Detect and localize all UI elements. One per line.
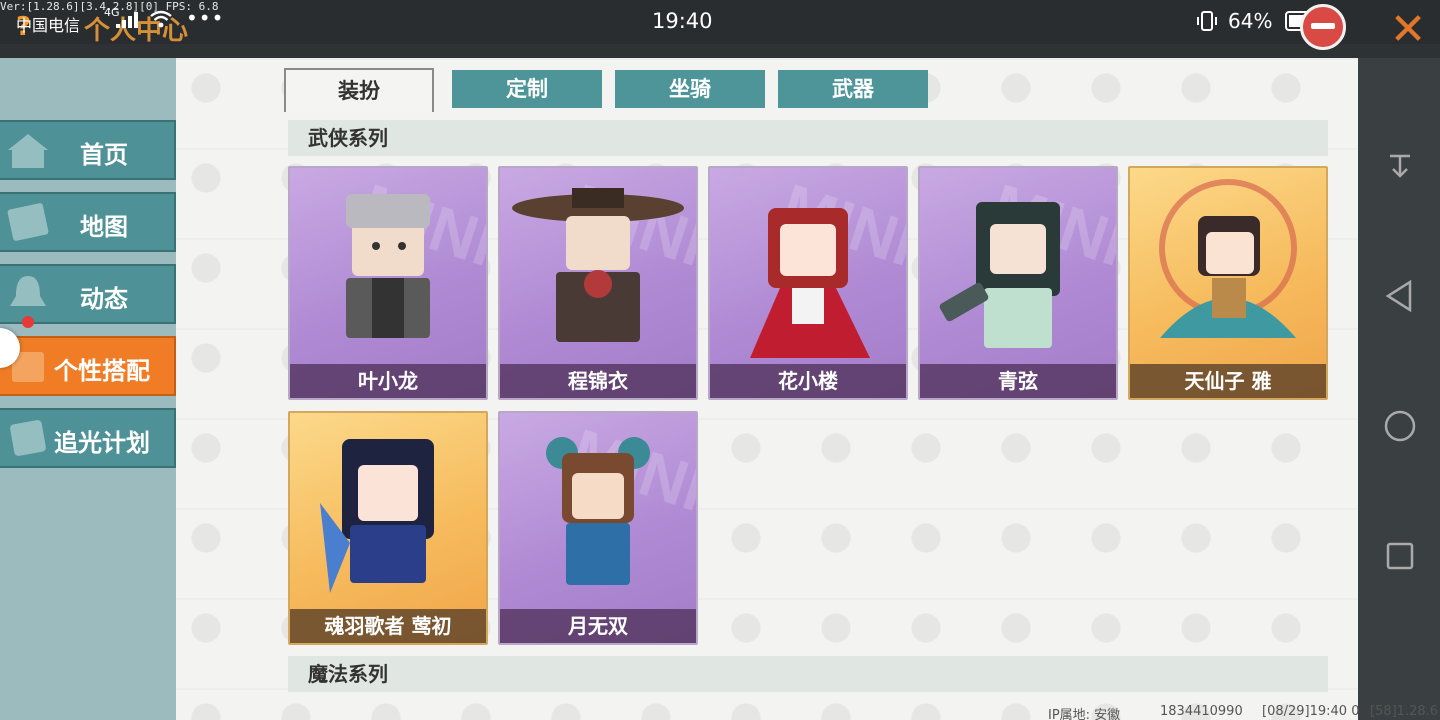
sidebar-item-home[interactable]: 首页 (0, 120, 176, 180)
skin-name: 花小楼 (710, 364, 906, 398)
back-icon[interactable] (1382, 278, 1418, 314)
character-figure (546, 437, 650, 585)
avatar[interactable] (1300, 4, 1346, 50)
wifi-icon (150, 10, 172, 28)
bell-icon (10, 276, 46, 306)
skin-name: 程锦衣 (500, 364, 696, 398)
clock: 19:40 (652, 9, 713, 33)
sidebar-item-label: 动态 (80, 285, 128, 313)
more-dots-icon: ••• (186, 6, 225, 30)
status-bar: Ver:[1.28.6][3.4.2.8][0] FPS: 6.8 个人中心 ?… (0, 0, 1440, 46)
skin-card[interactable]: MINI 月无双 (498, 411, 698, 645)
expand-icon[interactable] (1382, 148, 1418, 184)
character-figure (939, 202, 1060, 348)
recents-icon[interactable] (1382, 538, 1418, 574)
section-header-magic: 魔法系列 (288, 656, 1328, 692)
skin-card[interactable]: MINI 花小楼 (708, 166, 908, 400)
skin-card[interactable]: MINI 叶小龙 (288, 166, 488, 400)
character-figure (750, 208, 870, 358)
ip-location: IP属地: 安徽 (1048, 708, 1121, 720)
main-panel: 装扮 定制 坐骑 武器 武侠系列 MINI 叶小龙 MINI (176, 58, 1358, 720)
skin-name: 魂羽歌者 莺初 (290, 609, 486, 643)
sidebar-item-label: 个性搭配 (54, 357, 150, 385)
tab-weapon[interactable]: 武器 (778, 70, 928, 108)
carrier-text: 中国电信 (16, 16, 81, 35)
character-figure (1159, 179, 1297, 338)
skin-card[interactable]: 天仙子 雅 (1128, 166, 1328, 400)
sidebar: 首页 地图 动态 个性搭配 追光计划 (0, 58, 176, 720)
timestamp: [08/29]19:40 0 (1262, 704, 1360, 719)
skin-card[interactable]: MINI 程锦衣 (498, 166, 698, 400)
signal-icon (116, 12, 138, 28)
plan-icon (10, 420, 46, 456)
notification-dot (22, 316, 34, 328)
header-strip (0, 44, 1440, 58)
skin-card[interactable]: MINI 青弦 (918, 166, 1118, 400)
sidebar-item-label: 追光计划 (54, 429, 150, 457)
map-icon (7, 203, 49, 241)
sidebar-item-label: 首页 (80, 141, 128, 169)
sidebar-item-plan[interactable]: 追光计划 (0, 408, 176, 468)
sidebar-item-moments[interactable]: 动态 (0, 264, 176, 324)
user-id: 1834410990 (1160, 704, 1243, 719)
sidebar-item-label: 地图 (80, 213, 128, 241)
android-nav-bar (1358, 58, 1440, 720)
skin-name: 青弦 (920, 364, 1116, 398)
character-figure (512, 188, 684, 342)
tab-mount[interactable]: 坐骑 (615, 70, 765, 108)
section-header-wuxia: 武侠系列 (288, 120, 1328, 156)
tab-custom[interactable]: 定制 (452, 70, 602, 108)
battery-percent: 64% (1228, 9, 1273, 33)
character-figure (346, 194, 430, 338)
sidebar-item-map[interactable]: 地图 (0, 192, 176, 252)
home-circle-icon[interactable] (1382, 408, 1418, 444)
close-button[interactable]: ✕ (1382, 6, 1434, 54)
skin-name: 天仙子 雅 (1130, 364, 1326, 398)
build-number: [58]1.28.6 (1370, 704, 1439, 719)
character-figure (320, 439, 434, 593)
home-icon (8, 134, 48, 168)
skin-card[interactable]: 魂羽歌者 莺初 (288, 411, 488, 645)
skin-name: 叶小龙 (290, 364, 486, 398)
vibrate-icon (1197, 11, 1217, 31)
sidebar-item-outfit[interactable]: 个性搭配 (0, 336, 176, 396)
skin-name: 月无双 (500, 609, 696, 643)
tab-outfit[interactable]: 装扮 (284, 68, 434, 112)
